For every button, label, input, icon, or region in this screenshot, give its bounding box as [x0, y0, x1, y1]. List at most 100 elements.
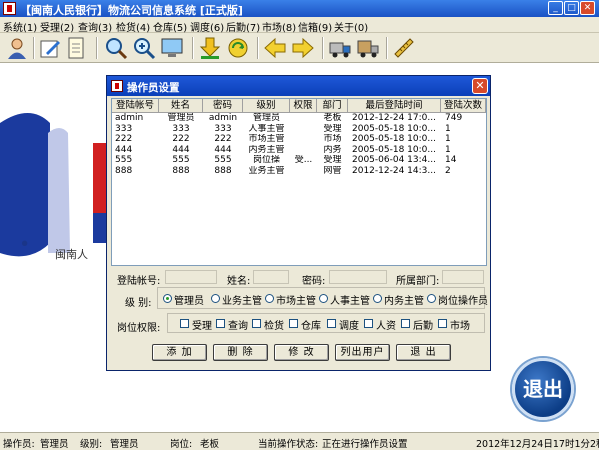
- exit-round-button[interactable]: 退出: [512, 358, 574, 420]
- radio-hr-manager[interactable]: [319, 294, 328, 303]
- col-password[interactable]: 密码: [203, 99, 243, 112]
- table-cell: 555: [172, 155, 190, 165]
- menu-inspect[interactable]: 检货(4): [116, 19, 150, 34]
- col-level[interactable]: 级别: [243, 99, 290, 112]
- window-title: 【闽南人民银行】物流公司信息系统 [正式版]: [20, 4, 243, 17]
- perm-accept-label: 受理: [192, 321, 212, 332]
- maximize-button[interactable]: □: [564, 1, 579, 15]
- table-cell: 1: [445, 123, 451, 134]
- edit-icon[interactable]: [38, 36, 62, 60]
- list-users-button[interactable]: 列出用户: [335, 344, 390, 361]
- status-operator: 管理员: [40, 439, 69, 450]
- dialog-close-button[interactable]: ✕: [472, 78, 488, 94]
- menu-bar: 系统(1) 受理(2) 查询(3) 检货(4) 仓库(5) 调度(6) 后勤(7…: [0, 17, 599, 34]
- password-field[interactable]: [329, 270, 387, 284]
- table-row[interactable]: 444 444 444 内务主管 内务 2005-05-18 10:0... 1: [112, 145, 486, 156]
- table-row[interactable]: 222 222 222 市场主管 市场 2005-05-18 10:0... 1: [112, 134, 486, 145]
- menu-query[interactable]: 查询(3): [78, 19, 112, 34]
- table-cell: 受理: [323, 155, 342, 165]
- status-operator-label: 操作员:: [3, 439, 35, 450]
- status-level: 管理员: [110, 439, 139, 450]
- arrow-left-icon[interactable]: [263, 36, 287, 60]
- table-cell: 内务主管: [248, 144, 285, 155]
- perm-hr-checkbox[interactable]: [364, 319, 373, 328]
- table-cell: 业务主管: [248, 165, 285, 176]
- dialog-title-bar: 操作员设置 ✕: [107, 76, 490, 96]
- table-cell: 内务: [323, 144, 342, 155]
- table-row[interactable]: admin 管理员 admin 管理员 老板 2012-12-24 17:0... 749: [112, 113, 486, 124]
- perm-warehouse-checkbox[interactable]: [289, 319, 298, 328]
- perm-dispatch-checkbox[interactable]: [327, 319, 336, 328]
- table-cell: [290, 145, 317, 156]
- close-window-button[interactable]: ✕: [580, 1, 595, 15]
- menu-about[interactable]: 关于(0): [334, 19, 368, 34]
- toolbar: [0, 33, 599, 63]
- menu-logistics[interactable]: 后勤(7): [226, 19, 260, 34]
- add-button[interactable]: 添 加: [152, 344, 207, 361]
- col-name[interactable]: 姓名: [159, 99, 203, 112]
- perm-inspect-checkbox[interactable]: [252, 319, 261, 328]
- perm-accept-checkbox[interactable]: [180, 319, 189, 328]
- zoom-icon[interactable]: [132, 36, 156, 60]
- user-icon[interactable]: [5, 36, 29, 60]
- table-cell: 555: [214, 155, 232, 165]
- table-row[interactable]: 333 333 333 人事主管 受理 2005-05-18 10:0... 1: [112, 124, 486, 135]
- department-field[interactable]: [442, 270, 484, 284]
- background-logo-caption: 闽南人: [55, 248, 88, 261]
- minimize-button[interactable]: _: [548, 1, 563, 15]
- table-cell: [290, 134, 317, 145]
- col-permission[interactable]: 权限: [290, 99, 317, 112]
- operator-table-header: 登陆帐号 姓名 密码 级别 权限 部门 最后登陆时间 登陆次数: [112, 99, 486, 113]
- arrow-right-icon[interactable]: [291, 36, 315, 60]
- name-field[interactable]: [253, 270, 289, 284]
- table-cell: 2005-06-04 13:4...: [352, 155, 436, 165]
- perm-query-checkbox[interactable]: [216, 319, 225, 328]
- perm-logistics-checkbox[interactable]: [401, 319, 410, 328]
- col-department[interactable]: 部门: [317, 99, 348, 112]
- delete-button[interactable]: 删 除: [213, 344, 268, 361]
- menu-accept[interactable]: 受理(2): [40, 19, 74, 34]
- menu-system[interactable]: 系统(1): [3, 19, 37, 34]
- radio-admin[interactable]: [163, 294, 172, 303]
- table-row[interactable]: 555 555 555 岗位操 受... 受理 2005-06-04 13:4... 14: [112, 155, 486, 166]
- menu-market[interactable]: 市场(8): [262, 19, 296, 34]
- table-cell: 市场: [323, 134, 342, 144]
- table-cell: 888: [115, 165, 133, 176]
- table-cell: 管理员: [252, 113, 280, 123]
- refresh-icon[interactable]: [226, 36, 250, 60]
- radio-business-manager[interactable]: [211, 294, 220, 303]
- truck-icon[interactable]: [328, 36, 352, 60]
- truck-load-icon[interactable]: [356, 36, 380, 60]
- perm-logistics-label: 后勤: [413, 321, 433, 332]
- menu-warehouse[interactable]: 仓库(5): [153, 19, 187, 34]
- col-login-count[interactable]: 登陆次数: [441, 99, 486, 112]
- modify-button[interactable]: 修 改: [274, 344, 329, 361]
- notepad-icon[interactable]: [64, 36, 88, 60]
- col-last-login[interactable]: 最后登陆时间: [348, 99, 441, 112]
- perm-market-checkbox[interactable]: [438, 319, 447, 328]
- password-label: 密码:: [302, 276, 326, 287]
- table-cell: 222: [115, 134, 133, 144]
- col-account[interactable]: 登陆帐号: [112, 99, 159, 112]
- menu-dispatch[interactable]: 调度(6): [190, 19, 224, 34]
- monitor-icon[interactable]: [160, 36, 184, 60]
- account-field[interactable]: [165, 270, 217, 284]
- table-cell: 1: [445, 134, 451, 144]
- table-cell: 333: [172, 123, 190, 134]
- table-row[interactable]: 888 888 888 业务主管 网管 2012-12-24 14:3... 2: [112, 166, 486, 177]
- table-cell: 444: [214, 144, 232, 155]
- perm-hr-label: 人资: [376, 321, 396, 332]
- operator-table[interactable]: 登陆帐号 姓名 密码 级别 权限 部门 最后登陆时间 登陆次数 admin 管理员…: [111, 98, 487, 266]
- magnifier-icon[interactable]: [104, 36, 128, 60]
- radio-market-manager[interactable]: [265, 294, 274, 303]
- radio-post-operator-label: 岗位操作员: [438, 296, 488, 307]
- radio-internal-manager[interactable]: [373, 294, 382, 303]
- table-cell: 管理员: [167, 113, 195, 123]
- table-cell: 14: [445, 155, 457, 165]
- ruler-icon[interactable]: [392, 36, 416, 60]
- menu-mailbox[interactable]: 信箱(9): [298, 19, 332, 34]
- download-icon[interactable]: [198, 36, 222, 60]
- radio-post-operator[interactable]: [427, 294, 436, 303]
- table-cell: 888: [172, 165, 190, 176]
- quit-button[interactable]: 退 出: [396, 344, 451, 361]
